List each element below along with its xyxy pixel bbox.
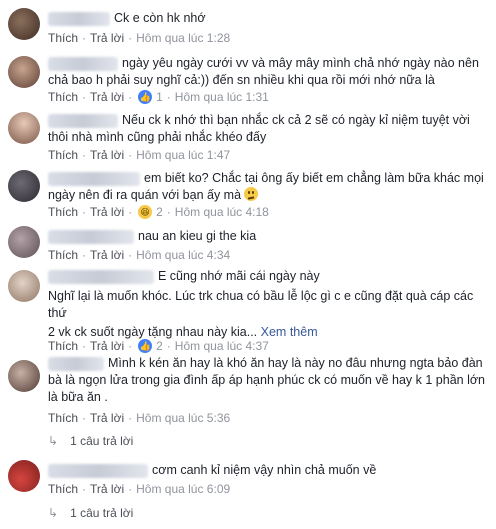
reply-link[interactable]: Trả lời	[90, 90, 124, 104]
avatar[interactable]	[8, 226, 40, 258]
replies-count[interactable]: 1 câu trả lời	[70, 506, 133, 520]
comment-actions: Thích · Trả lời · 👍 2 · Hôm qua lúc 4:37	[48, 339, 269, 353]
comment-actions: Thích · Trả lời · Hôm qua lúc 4:34	[48, 248, 231, 262]
replies-count[interactable]: 1 câu trả lời	[70, 434, 133, 448]
comment-actions: Thích · Trả lời · Hôm qua lúc 5:36	[48, 411, 231, 425]
reaction-count: 2	[156, 205, 163, 219]
reply-arrow-icon: ↳	[48, 506, 59, 520]
reply-link[interactable]: Trả lời	[90, 482, 124, 496]
comment-text: nau an kieu gi the kia	[138, 229, 257, 243]
confused-face-emoji-icon	[244, 187, 259, 201]
commenter-name[interactable]	[48, 171, 140, 186]
comment-actions: Thích · Trả lời · Hôm qua lúc 6:09	[48, 482, 231, 496]
timestamp[interactable]: Hôm qua lúc 5:36	[136, 411, 230, 425]
timestamp[interactable]: Hôm qua lúc 1:47	[136, 148, 230, 162]
avatar[interactable]	[8, 170, 40, 202]
commenter-name[interactable]	[48, 463, 148, 478]
commenter-name[interactable]	[48, 11, 110, 26]
like-link[interactable]: Thích	[48, 482, 78, 496]
reactions[interactable]: 👍 1	[138, 90, 163, 104]
avatar[interactable]	[8, 56, 40, 88]
reply-link[interactable]: Trả lời	[90, 31, 124, 45]
commenter-name[interactable]	[48, 269, 154, 284]
reactions[interactable]: 👍 2	[138, 339, 163, 353]
avatar[interactable]	[8, 270, 40, 302]
avatar[interactable]	[8, 360, 40, 392]
timestamp[interactable]: Hôm qua lúc 4:37	[175, 339, 269, 353]
see-more-link[interactable]: Xem thêm	[261, 325, 318, 339]
haha-reaction-icon: 😆	[138, 205, 153, 219]
comment-actions: Thích · Trả lời · 😆 2 · Hôm qua lúc 4:18	[48, 205, 269, 219]
comment-actions: Thích · Trả lời · Hôm qua lúc 1:47	[48, 148, 231, 162]
reaction-count: 2	[156, 339, 163, 353]
reaction-count: 1	[156, 90, 163, 104]
like-reaction-icon: 👍	[138, 90, 153, 104]
like-link[interactable]: Thích	[48, 148, 78, 162]
view-replies[interactable]: ↳ 1 câu trả lời	[48, 506, 133, 520]
comment-text: cơm canh kỉ niệm vậy nhìn chả muốn về	[152, 463, 377, 477]
reply-link[interactable]: Trả lời	[90, 339, 124, 353]
comment-actions: Thích · Trả lời · 👍 1 · Hôm qua lúc 1:31	[48, 90, 269, 104]
timestamp[interactable]: Hôm qua lúc 4:34	[136, 248, 230, 262]
commenter-name[interactable]	[48, 113, 118, 128]
timestamp[interactable]: Hôm qua lúc 1:28	[136, 31, 230, 45]
comment-actions: Thích · Trả lời · Hôm qua lúc 1:28	[48, 31, 231, 45]
timestamp[interactable]: Hôm qua lúc 1:31	[175, 90, 269, 104]
commenter-name[interactable]	[48, 356, 104, 371]
like-reaction-icon: 👍	[138, 339, 153, 353]
like-link[interactable]: Thích	[48, 205, 78, 219]
reactions[interactable]: 😆 2	[138, 205, 163, 219]
like-link[interactable]: Thích	[48, 31, 78, 45]
like-link[interactable]: Thích	[48, 248, 78, 262]
reply-link[interactable]: Trả lời	[90, 411, 124, 425]
like-link[interactable]: Thích	[48, 90, 78, 104]
commenter-name[interactable]	[48, 56, 118, 71]
comment-text-line3: 2 vk ck suốt ngày tặng nhau này kia...	[48, 325, 258, 339]
view-replies[interactable]: ↳ 1 câu trả lời	[48, 434, 133, 448]
avatar[interactable]	[8, 460, 40, 492]
reply-link[interactable]: Trả lời	[90, 148, 124, 162]
commenter-name[interactable]	[48, 229, 134, 244]
reply-link[interactable]: Trả lời	[90, 248, 124, 262]
avatar[interactable]	[8, 112, 40, 144]
comment-text-line1: E cũng nhớ mãi cái ngày này	[158, 269, 320, 283]
avatar[interactable]	[8, 8, 40, 40]
comment-text-line2: Nghĩ lại là muốn khóc. Lúc trk chua có b…	[48, 289, 474, 320]
comment-text: Ck e còn hk nhớ	[114, 11, 206, 25]
like-link[interactable]: Thích	[48, 339, 78, 353]
timestamp[interactable]: Hôm qua lúc 6:09	[136, 482, 230, 496]
timestamp[interactable]: Hôm qua lúc 4:18	[175, 205, 269, 219]
reply-arrow-icon: ↳	[48, 434, 59, 448]
reply-link[interactable]: Trả lời	[90, 205, 124, 219]
comment-text: Mình k kén ăn hay là khó ăn hay là này n…	[48, 356, 486, 404]
like-link[interactable]: Thích	[48, 411, 78, 425]
